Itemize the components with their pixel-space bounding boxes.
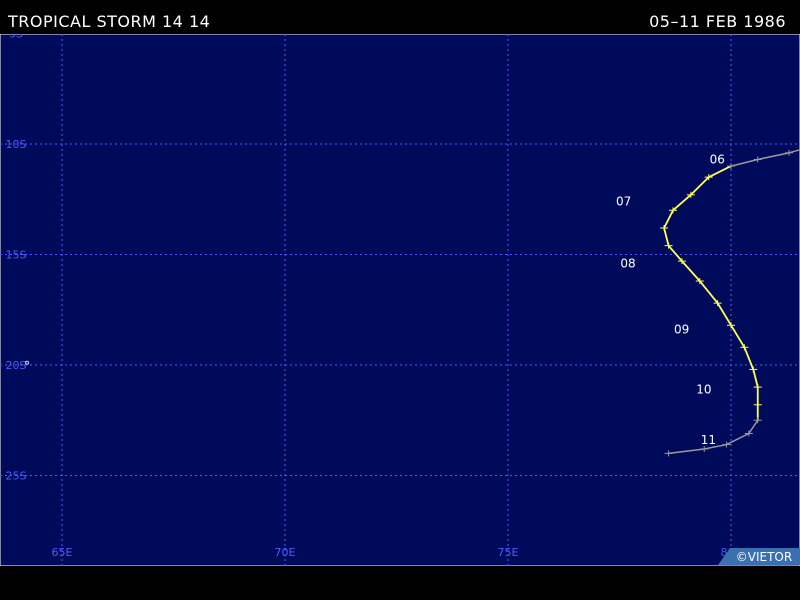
lat-label: 20S [6,359,27,372]
credit-badge: ©VIETOR [718,548,800,565]
lat-label: 15S [6,249,27,262]
map-background [0,33,800,567]
date-range: 05–11 FEB 1986 [649,12,786,31]
credit-text: ©VIETOR [736,550,792,564]
lon-label: 65E [52,546,73,559]
track-map[interactable]: 65E70E75E80E85E90E95E5S10S15S20S25S06070… [0,28,800,567]
day-label: 07 [616,194,631,208]
day-label: 09 [674,323,689,337]
lon-label: 70E [275,546,296,559]
day-label: 08 [620,256,635,270]
lon-label: 75E [498,546,519,559]
day-label: 06 [710,152,725,166]
storm-title: TROPICAL STORM 14 14 [8,12,211,31]
lat-label: 10S [6,138,27,151]
footer-bar [0,566,800,600]
lat-label: 5S [9,34,23,41]
day-label: 11 [701,433,716,447]
map-panel[interactable]: 65E70E75E80E85E90E95E5S10S15S20S25S06070… [0,28,800,567]
day-label: 10 [696,382,711,396]
header-bar: TROPICAL STORM 14 14 05–11 FEB 1986 [0,0,800,34]
lat-label: 25S [6,470,27,483]
